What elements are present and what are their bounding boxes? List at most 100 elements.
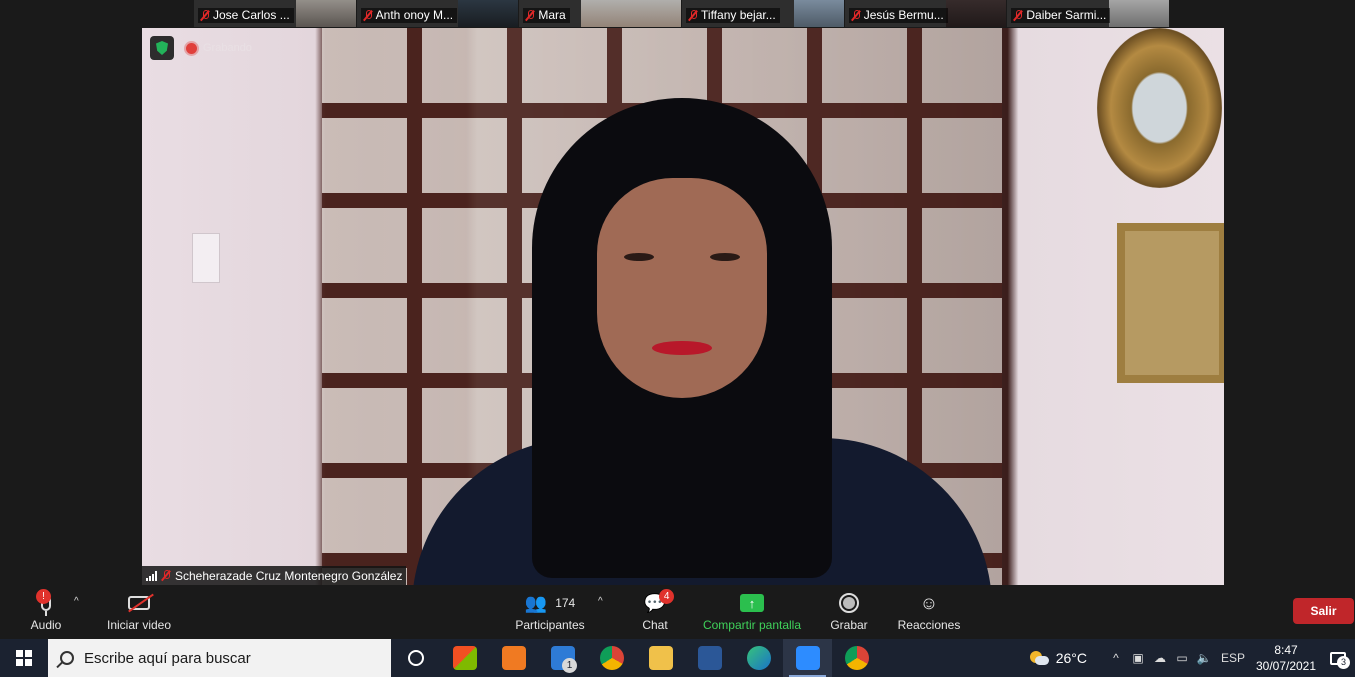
signal-strength-icon	[146, 570, 157, 581]
participant-name: Jesús Bermu...	[863, 8, 944, 22]
share-screen-label: Compartir pantalla	[702, 618, 802, 632]
participants-label: Participantes	[515, 618, 585, 632]
muted-mic-icon	[161, 570, 171, 581]
leave-meeting-button[interactable]: Salir	[1293, 598, 1354, 624]
taskbar-search-box[interactable]: Escribe aquí para buscar	[48, 639, 391, 677]
participant-name: Anth onoy M...	[375, 8, 454, 22]
background-light-switch	[192, 233, 220, 283]
participant-thumbnail[interactable]: Daiber Sarmi...	[1007, 0, 1171, 27]
participants-button[interactable]: 👥 174 Participantes	[512, 588, 588, 633]
active-speaker-video[interactable]: Grabando Scheherazade Cruz Montenegro Go…	[142, 28, 1224, 585]
mail-badge: 1	[562, 658, 577, 673]
system-tray: 26°C ^ ▣ ☁ ▭ 🔈 ESP 8:47 30/07/2021 3	[1029, 639, 1355, 677]
search-placeholder: Escribe aquí para buscar	[84, 649, 251, 667]
muted-mic-icon	[688, 9, 698, 21]
record-button[interactable]: Grabar	[828, 588, 870, 632]
taskbar-app-word[interactable]	[685, 639, 734, 677]
participant-thumbnail[interactable]: Tiffany bejar...	[682, 0, 845, 27]
speaker-eye	[624, 253, 654, 261]
clock-time: 8:47	[1274, 643, 1298, 657]
start-video-label: Iniciar video	[106, 618, 172, 632]
chrome-profile-icon	[844, 646, 869, 670]
taskbar-app-edge[interactable]	[734, 639, 783, 677]
chrome-icon	[599, 646, 624, 670]
temperature: 26°C	[1055, 650, 1087, 666]
record-label: Grabar	[830, 618, 868, 632]
video-off-icon	[128, 596, 150, 610]
clock[interactable]: 8:47 30/07/2021	[1251, 642, 1321, 674]
background-mirror	[1097, 28, 1222, 188]
chat-button[interactable]: 💬 4 Chat	[638, 588, 675, 632]
participant-thumbnail[interactable]: Jesús Bermu...	[844, 0, 1008, 27]
emoji-plus-icon: ☺	[919, 592, 939, 613]
task-view-icon	[407, 650, 424, 666]
show-hidden-icons-icon[interactable]: ^	[1105, 651, 1127, 665]
recording-dot-icon	[186, 42, 197, 54]
taskbar-app-chrome-profile[interactable]	[832, 639, 881, 677]
share-screen-button[interactable]: ↑ Compartir pantalla	[700, 588, 804, 632]
zoom-icon	[795, 646, 820, 670]
taskbar-app-mail[interactable]: 1	[538, 639, 587, 677]
word-icon	[697, 646, 722, 670]
encryption-shield-button[interactable]	[150, 36, 174, 60]
file-explorer-icon	[648, 646, 673, 670]
muted-mic-icon	[363, 9, 373, 21]
participant-thumbnail[interactable]: Anth onoy M...	[356, 0, 520, 27]
muted-mic-icon	[1013, 9, 1023, 21]
participant-tag: Mara	[523, 8, 570, 23]
speaker-face	[597, 178, 767, 398]
participant-thumbnail[interactable]: Mara	[519, 0, 683, 27]
audio-button[interactable]: ! Audio	[28, 588, 64, 632]
reactions-label: Reacciones	[897, 618, 961, 632]
participant-tag: Jesús Bermu...	[848, 8, 948, 23]
windows-logo-icon	[16, 650, 32, 666]
meeting-controls: ! Audio ^ Iniciar video 👥 174 Participant…	[0, 586, 1355, 638]
speaker-eye	[710, 253, 740, 261]
shield-icon	[156, 41, 168, 55]
participant-tag: Daiber Sarmi...	[1011, 8, 1111, 23]
onedrive-cloud-icon[interactable]: ☁	[1149, 651, 1171, 665]
partly-cloudy-icon	[1029, 651, 1049, 665]
participant-tag: Anth onoy M...	[360, 8, 458, 23]
taskbar-app-file-explorer[interactable]	[636, 639, 685, 677]
participant-name: Tiffany bejar...	[701, 8, 776, 22]
taskbar-app-media-player[interactable]	[489, 639, 538, 677]
participant-video	[458, 0, 519, 27]
task-view-button[interactable]	[391, 639, 440, 677]
weather-widget[interactable]: 26°C	[1029, 650, 1087, 666]
participant-video	[295, 0, 356, 27]
volume-icon[interactable]: 🔈	[1193, 651, 1215, 665]
reactions-button[interactable]: ☺ Reacciones	[896, 588, 962, 633]
search-icon	[60, 651, 74, 665]
participants-options-caret-icon[interactable]: ^	[598, 596, 603, 607]
speaker-name-tag: Scheherazade Cruz Montenegro González	[142, 566, 407, 585]
chat-unread-badge: 4	[659, 589, 675, 604]
store-icon	[452, 646, 477, 670]
chat-label: Chat	[642, 618, 668, 632]
muted-mic-icon	[851, 9, 861, 21]
participant-name: Daiber Sarmi...	[1026, 8, 1107, 22]
participants-count: 174	[555, 596, 576, 610]
start-video-button[interactable]: Iniciar video	[104, 588, 174, 632]
participant-name: Mara	[538, 8, 566, 22]
recording-indicator[interactable]: Grabando	[186, 42, 252, 54]
participant-video	[793, 0, 844, 27]
audio-options-caret-icon[interactable]: ^	[74, 596, 79, 607]
language-indicator[interactable]: ESP	[1215, 651, 1251, 665]
network-icon[interactable]: ▭	[1171, 651, 1193, 665]
muted-mic-icon	[200, 9, 210, 21]
taskbar-app-chrome[interactable]	[587, 639, 636, 677]
background-picture-frame	[1117, 223, 1224, 383]
taskbar-app-zoom[interactable]	[783, 639, 832, 677]
start-button[interactable]	[0, 639, 48, 677]
participant-thumbnail[interactable]: Jose Carlos ...	[194, 0, 357, 27]
participant-name: Jose Carlos ...	[213, 8, 290, 22]
clock-date: 30/07/2021	[1255, 659, 1317, 673]
participant-video	[1109, 0, 1170, 27]
participant-tag: Jose Carlos ...	[198, 8, 294, 23]
muted-mic-icon	[525, 9, 535, 21]
action-center-button[interactable]: 3	[1321, 651, 1355, 669]
taskbar-app-store[interactable]	[440, 639, 489, 677]
participant-thumbnail-strip: Jose Carlos ... Anth onoy M... Mara Tiff…	[194, 0, 1171, 27]
meet-now-icon[interactable]: ▣	[1127, 651, 1149, 665]
